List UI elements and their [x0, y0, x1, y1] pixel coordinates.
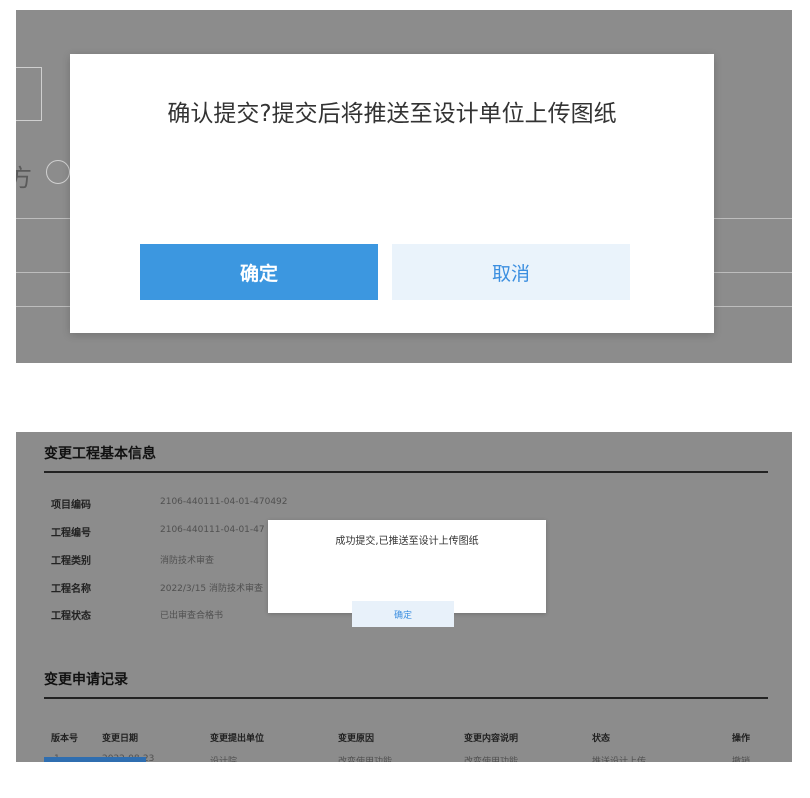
records-title: 变更申请记录 — [44, 672, 128, 688]
field-label: 工程编号 — [51, 528, 91, 539]
table-header-unit: 变更提出单位 — [210, 734, 265, 744]
table-header-description: 变更内容说明 — [464, 734, 519, 744]
background-input-field — [16, 67, 42, 121]
field-value: 已出审查合格书 — [160, 611, 224, 621]
table-header-status: 状态 — [592, 734, 611, 744]
dialog-message: 确认提交?提交后将推送至设计单位上传图纸 — [167, 101, 617, 127]
confirm-button[interactable]: 确定 — [352, 601, 454, 627]
table-cell-reason: 改变使用功能 — [338, 757, 393, 762]
partial-button-strip[interactable] — [44, 757, 146, 762]
background-label-fragment: 方 — [16, 164, 32, 192]
table-header-action: 操作 — [732, 734, 751, 744]
table-cell-status: 推送设计上传 — [592, 757, 647, 762]
field-value: 2106-440111-04-01-47 — [160, 525, 265, 535]
dialog-message: 成功提交,已推送至设计上传图纸 — [335, 536, 479, 547]
basic-info-title: 变更工程基本信息 — [44, 446, 156, 462]
cancel-button[interactable]: 取消 — [392, 244, 630, 300]
background-radio — [46, 160, 70, 184]
field-value: 2022/3/15 消防技术审查 — [160, 584, 264, 594]
field-label: 工程状态 — [51, 611, 91, 622]
confirm-panel: 方 确认提交?提交后将推送至设计单位上传图纸 确定 取消 — [16, 10, 792, 363]
confirm-submit-dialog: 确认提交?提交后将推送至设计单位上传图纸 确定 取消 — [70, 54, 714, 333]
field-label: 工程名称 — [51, 584, 91, 595]
change-info-panel: 变更工程基本信息 项目编码 2106-440111-04-01-470492 工… — [16, 432, 792, 762]
table-header-reason: 变更原因 — [338, 734, 375, 744]
field-label: 项目编码 — [51, 500, 91, 511]
field-label: 工程类别 — [51, 556, 91, 567]
section-divider — [44, 471, 768, 473]
field-value: 消防技术审查 — [160, 556, 215, 566]
revoke-link[interactable]: 撤销 — [732, 754, 750, 762]
table-header-version: 版本号 — [51, 734, 79, 744]
table-cell-description: 改变使用功能 — [464, 757, 519, 762]
field-value: 2106-440111-04-01-470492 — [160, 497, 288, 507]
confirm-button[interactable]: 确定 — [140, 244, 378, 300]
table-cell-unit: 设计院 — [210, 757, 238, 762]
section-divider — [44, 697, 768, 699]
success-dialog: 成功提交,已推送至设计上传图纸 确定 — [268, 520, 546, 627]
table-header-date: 变更日期 — [102, 734, 139, 744]
